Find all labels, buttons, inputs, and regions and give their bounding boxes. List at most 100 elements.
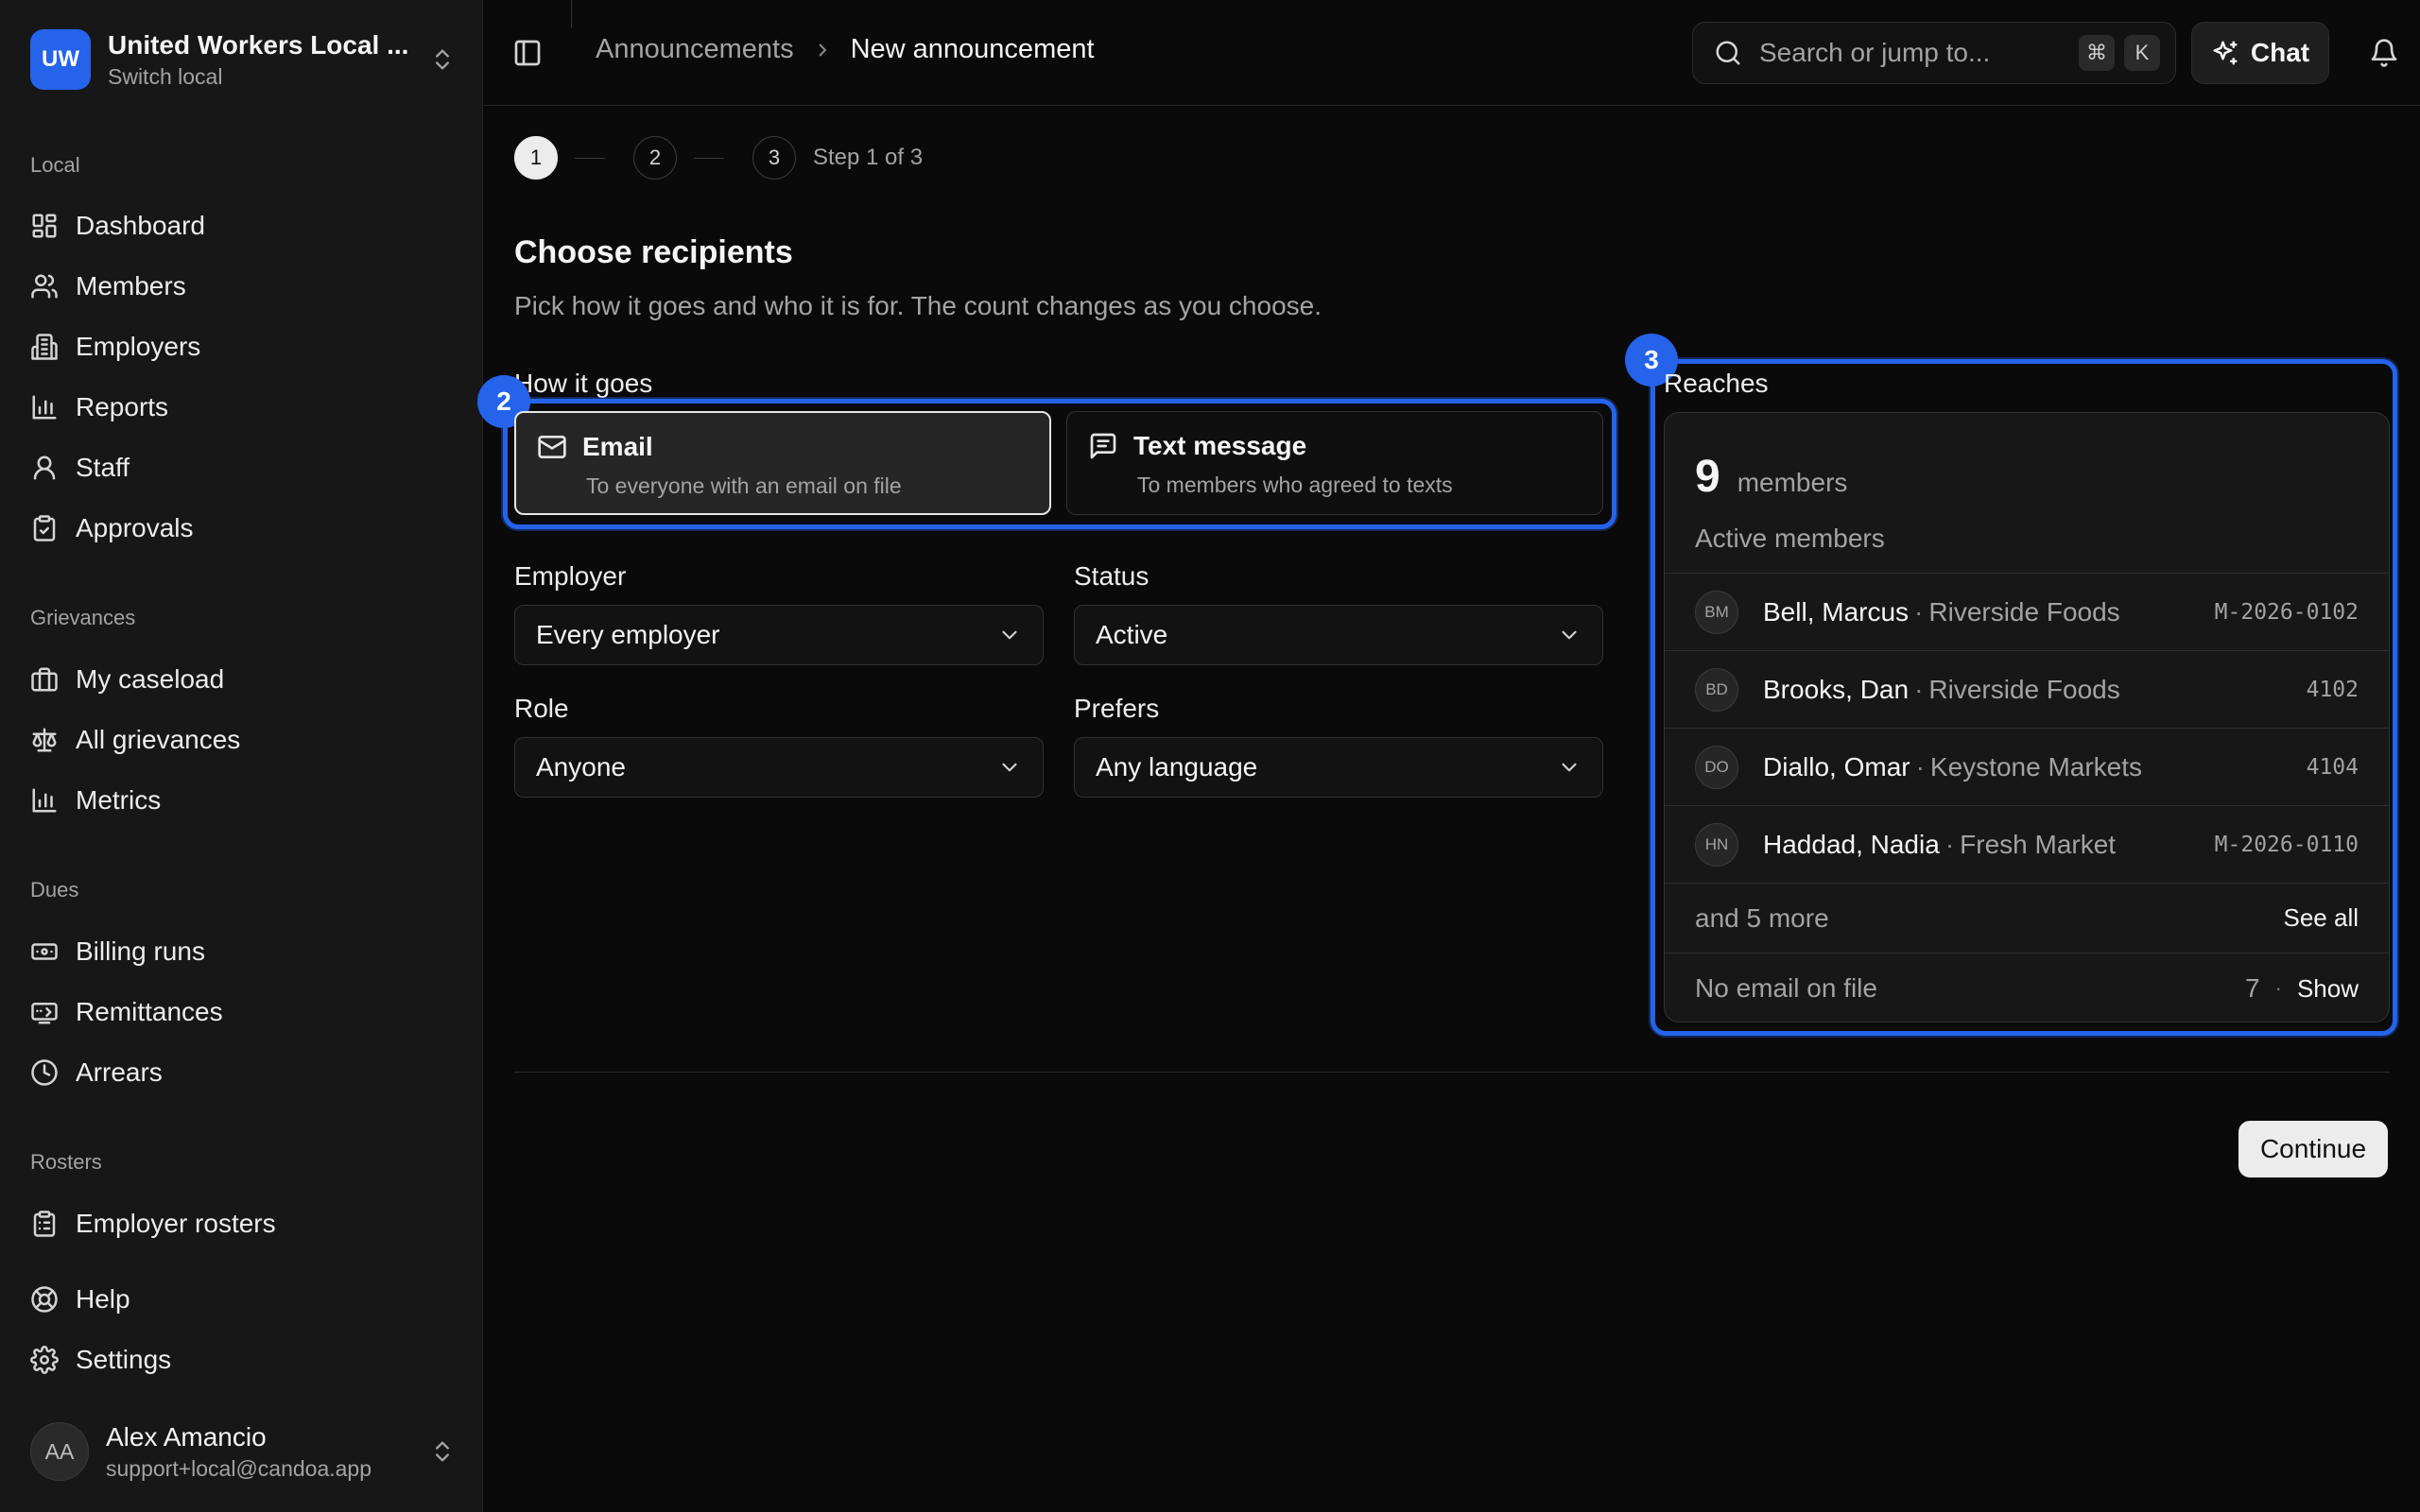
search-icon: [1714, 39, 1742, 67]
member-name: Bell, Marcus: [1763, 596, 1910, 627]
no-email-separator: ·: [2274, 976, 2282, 1000]
continue-button[interactable]: Continue: [2238, 1121, 2388, 1177]
avatar: BD: [1695, 667, 1738, 712]
role-select[interactable]: Anyone: [514, 737, 1044, 798]
status-value: Active: [1096, 620, 1168, 649]
user-email: support+local@candoa.app: [106, 1455, 372, 1481]
sidebar-item-my-caseload[interactable]: My caseload: [30, 653, 454, 706]
step-3[interactable]: 3: [752, 136, 796, 180]
sidebar-toggle-icon[interactable]: [512, 38, 543, 68]
prefers-select[interactable]: Any language: [1074, 737, 1603, 798]
sidebar-item-label: Billing runs: [76, 936, 205, 966]
member-id: M-2026-0110: [2214, 832, 2359, 857]
sidebar-item-employer-rosters[interactable]: Employer rosters: [30, 1197, 454, 1250]
role-value: Anyone: [536, 752, 626, 782]
gear-icon: [30, 1346, 59, 1374]
sidebar-item-label: Arrears: [76, 1057, 163, 1087]
status-select[interactable]: Active: [1074, 605, 1603, 665]
channel-option-email[interactable]: Email To everyone with an email on file: [514, 411, 1051, 515]
step-connector: [575, 157, 605, 159]
chevron-down-icon: [1557, 755, 1582, 780]
avatar: DO: [1695, 745, 1738, 789]
org-switch-label: Switch local: [108, 63, 223, 89]
user-menu[interactable]: AA Alex Amancio support+local@candoa.app: [30, 1418, 456, 1486]
sidebar-item-label: Metrics: [76, 785, 162, 815]
see-all-link[interactable]: See all: [2284, 903, 2360, 933]
org-switcher[interactable]: UW United Workers Local ... Switch local: [30, 28, 456, 91]
sidebar-item-label: My caseload: [76, 664, 225, 694]
bar-chart-icon: [30, 393, 59, 421]
channel-title: Email: [582, 432, 653, 461]
channel-description: To members who agreed to texts: [1137, 472, 1453, 497]
search-input[interactable]: Search or jump to... ⌘ K: [1692, 22, 2176, 84]
member-name: Diallo, Omar: [1763, 751, 1910, 782]
step-2[interactable]: 2: [633, 136, 677, 180]
chevron-down-icon: [997, 623, 1022, 647]
list-item[interactable]: BD Brooks, Dan · Riverside Foods 4102: [1665, 651, 2389, 729]
sidebar-item-label: Employer rosters: [76, 1209, 276, 1238]
sidebar-item-label: All grievances: [76, 725, 241, 754]
how-it-goes-label: How it goes: [514, 369, 653, 398]
search-placeholder: Search or jump to...: [1759, 38, 1991, 67]
top-bar: Announcements New announcement Search or…: [484, 0, 2420, 106]
sidebar-item-dashboard[interactable]: Dashboard: [30, 199, 454, 252]
sidebar-item-approvals[interactable]: Approvals: [30, 502, 454, 555]
nav-section-rosters: Rosters: [30, 1150, 102, 1174]
sidebar-item-label: Reports: [76, 392, 169, 421]
member-id: M-2026-0102: [2214, 599, 2359, 625]
sidebar-item-members[interactable]: Members: [30, 260, 454, 313]
topbar-divider: [571, 0, 572, 28]
channel-option-text-message[interactable]: Text message To members who agreed to te…: [1066, 411, 1603, 515]
sidebar-item-staff[interactable]: Staff: [30, 441, 454, 494]
sidebar-item-label: Approvals: [76, 513, 194, 542]
member-id: 4102: [2306, 677, 2359, 702]
page-description: Pick how it goes and who it is for. The …: [514, 291, 1322, 320]
reach-filter-description: Active members: [1695, 524, 1885, 553]
more-members-row: and 5 more See all: [1665, 884, 2389, 954]
sidebar-item-reports[interactable]: Reports: [30, 381, 454, 434]
channel-title: Text message: [1133, 431, 1307, 460]
list-item[interactable]: HN Haddad, Nadia · Fresh Market M-2026-0…: [1665, 806, 2389, 884]
sidebar-item-all-grievances[interactable]: All grievances: [30, 713, 454, 766]
step-1[interactable]: 1: [514, 136, 558, 180]
bell-icon[interactable]: [2369, 38, 2399, 68]
building-icon: [30, 333, 59, 361]
receipt-icon: [30, 998, 59, 1026]
chevrons-up-down-icon: [429, 46, 456, 73]
no-email-count: 7: [2245, 973, 2260, 1003]
reaches-label: Reaches: [1664, 369, 1769, 398]
reaches-card: 9 members Active members BM Bell, Marcus…: [1664, 412, 2390, 1022]
reach-unit: members: [1737, 468, 1848, 497]
sidebar-item-metrics[interactable]: Metrics: [30, 774, 454, 827]
sidebar-item-help[interactable]: Help: [30, 1273, 454, 1326]
avatar: HN: [1695, 822, 1738, 867]
list-item[interactable]: BM Bell, Marcus · Riverside Foods M-2026…: [1665, 574, 2389, 651]
users-icon: [30, 272, 59, 301]
breadcrumb: Announcements New announcement: [596, 34, 1095, 65]
show-no-email-link[interactable]: Show: [2297, 974, 2359, 1004]
mail-icon: [537, 432, 567, 462]
sidebar-item-remittances[interactable]: Remittances: [30, 986, 454, 1039]
user-icon: [30, 454, 59, 482]
chat-button[interactable]: Chat: [2191, 22, 2329, 84]
chevron-down-icon: [1557, 623, 1582, 647]
breadcrumb-current: New announcement: [850, 34, 1095, 64]
member-employer: Keystone Markets: [1929, 751, 2143, 782]
breadcrumb-announcements[interactable]: Announcements: [596, 34, 794, 65]
no-email-label: No email on file: [1695, 973, 1877, 1003]
sidebar-item-employers[interactable]: Employers: [30, 320, 454, 373]
sidebar-item-label: Staff: [76, 453, 130, 482]
sidebar-item-settings[interactable]: Settings: [30, 1333, 454, 1386]
chevron-right-icon: [811, 39, 834, 61]
member-id: 4104: [2306, 754, 2359, 780]
employer-label: Employer: [514, 561, 627, 591]
list-item[interactable]: DO Diallo, Omar · Keystone Markets 4104: [1665, 729, 2389, 806]
sidebar-item-billing-runs[interactable]: Billing runs: [30, 925, 454, 978]
channel-description: To everyone with an email on file: [586, 473, 902, 498]
clock-icon: [30, 1058, 59, 1087]
role-label: Role: [514, 694, 569, 723]
clipboard-list-icon: [30, 1210, 59, 1238]
employer-select[interactable]: Every employer: [514, 605, 1044, 665]
sidebar-item-arrears[interactable]: Arrears: [30, 1046, 454, 1099]
sidebar-item-label: Remittances: [76, 997, 223, 1026]
